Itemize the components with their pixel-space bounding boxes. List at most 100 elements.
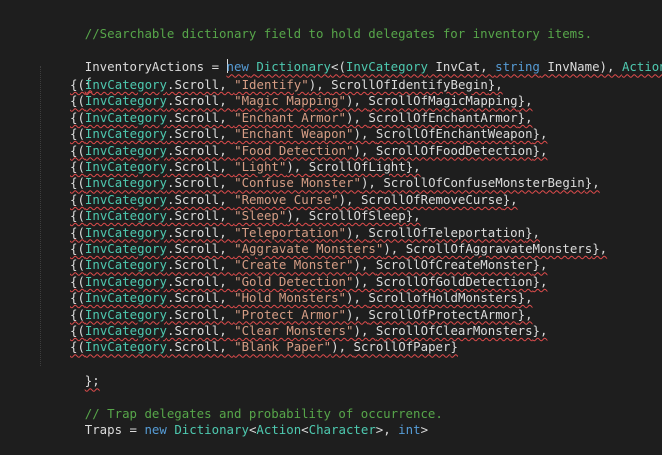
entry-separator: ), xyxy=(346,224,369,240)
member-scroll: .Scroll, xyxy=(166,273,235,289)
entry-separator: ), xyxy=(346,290,369,306)
entry-close: }, xyxy=(405,208,421,224)
handler-name: ScrollOfSleep xyxy=(308,208,406,224)
entry-name-string: "Confuse Monster" xyxy=(234,175,361,191)
entry-close: }, xyxy=(584,175,600,191)
member-scroll: .Scroll, xyxy=(166,290,235,306)
dictionary-entry-line: {(InvCategory.Scroll, "Remove Curse"), S… xyxy=(40,192,662,208)
entry-name-string: "Create Monster" xyxy=(234,257,354,273)
entry-separator: ), xyxy=(353,273,376,289)
entry-separator: ), xyxy=(353,323,376,338)
entry-separator: ), xyxy=(360,175,384,191)
entry-open: {( xyxy=(70,273,85,289)
entry-close: }, xyxy=(517,290,533,306)
entry-name-string: "Light" xyxy=(234,159,287,174)
dictionary-entry-line: {(InvCategory.Scroll, "Blank Paper"), Sc… xyxy=(40,339,662,355)
entry-open: {( xyxy=(70,109,85,125)
generic-close: >, xyxy=(375,422,399,438)
dictionary-entry-line: {(InvCategory.Scroll, "Light"), ScrollOf… xyxy=(40,159,662,175)
entry-name-string: "Magic Mapping" xyxy=(234,93,347,109)
entry-close: }, xyxy=(502,191,518,207)
entry-close: }, xyxy=(517,93,533,109)
entry-close: }, xyxy=(532,273,548,289)
member-scroll: .Scroll, xyxy=(166,257,235,273)
handler-name: ScrollOfPaper xyxy=(353,339,451,355)
type-invcategory: InvCategory xyxy=(84,109,167,125)
entry-open: {( xyxy=(70,126,85,142)
entry-separator: ), xyxy=(346,306,369,322)
handler-name: ScrollOfConfuseMonsterBegin xyxy=(383,175,585,191)
member-scroll: .Scroll, xyxy=(166,241,235,256)
member-scroll: .Scroll, xyxy=(166,142,235,158)
type-invcategory: InvCategory xyxy=(84,241,167,256)
comment-text: //Searchable dictionary field to hold de… xyxy=(84,26,593,42)
entry-separator: ), xyxy=(286,208,309,224)
close-brace: }; xyxy=(84,373,100,389)
keyword-new: new xyxy=(144,422,167,438)
handler-name: ScrollOfIdentifyBegin xyxy=(331,77,488,92)
code-line-traps: Traps = new Dictionary<Action<Character>… xyxy=(40,406,662,437)
keyword-int: int xyxy=(398,422,421,438)
entry-name-string: "Sleep" xyxy=(234,208,287,224)
generic-open: < xyxy=(248,422,257,438)
entry-open: {( xyxy=(70,241,85,256)
member-scroll: .Scroll, xyxy=(166,208,235,224)
entry-open: {( xyxy=(70,191,85,207)
entry-close: }, xyxy=(532,257,548,273)
code-editor[interactable]: //Searchable dictionary field to hold de… xyxy=(0,0,662,437)
handler-name: ScrollOfLight xyxy=(308,159,406,174)
member-scroll: .Scroll, xyxy=(166,339,235,355)
dictionary-entry-line: {(InvCategory.Scroll, "Sleep"), ScrollOf… xyxy=(40,208,662,224)
dictionary-entry-line: {(InvCategory.Scroll, "Confuse Monster")… xyxy=(40,175,662,191)
dictionary-entry-line: {(InvCategory.Scroll, "Create Monster"),… xyxy=(40,257,662,273)
code-line-declaration: InventoryActions = new Dictionary<(InvCa… xyxy=(40,43,662,74)
type-invcategory: InvCategory xyxy=(84,77,167,92)
entry-open: {( xyxy=(70,93,85,109)
entry-close: }, xyxy=(405,159,421,174)
type-invcategory: InvCategory xyxy=(84,323,167,338)
entry-separator: ), xyxy=(308,77,332,92)
handler-name: ScrollOfRemoveCurse xyxy=(360,191,503,207)
type-invcategory: InvCategory xyxy=(84,93,167,109)
dictionary-entry-line: {(InvCategory.Scroll, "Protect Armor"), … xyxy=(40,307,662,323)
member-scroll: .Scroll, xyxy=(166,224,235,240)
member-scroll: .Scroll, xyxy=(166,191,235,207)
code-line-open-brace: { xyxy=(40,59,662,90)
entry-open: {( xyxy=(70,159,85,174)
entry-close: } xyxy=(450,339,458,355)
member-scroll: .Scroll, xyxy=(166,159,235,174)
handler-name: ScrollOfTeleportation xyxy=(368,224,526,240)
entry-close: }, xyxy=(517,109,533,125)
entry-name-string: "Enchant Armor" xyxy=(234,109,347,125)
entry-separator: ), xyxy=(346,109,369,125)
member-scroll: .Scroll, xyxy=(166,93,235,109)
type-invcategory: InvCategory xyxy=(84,175,167,191)
dictionary-entry-line: {(InvCategory.Scroll, "Teleportation"), … xyxy=(40,225,662,241)
assign-operator: = xyxy=(122,422,145,438)
entry-open: {( xyxy=(70,323,85,338)
entry-open: {( xyxy=(70,306,85,322)
entry-name-string: "Identify" xyxy=(234,77,309,92)
entry-close: }, xyxy=(517,306,533,322)
entry-separator: ), xyxy=(353,142,376,158)
entry-name-string: "Hold Monsters" xyxy=(234,290,347,306)
dictionary-entry-line: {(InvCategory.Scroll, "Clear Monsters"),… xyxy=(40,323,662,339)
entry-separator: ), xyxy=(286,159,309,174)
code-line-close-brace: }; xyxy=(40,357,662,388)
handler-name: ScrollOfMagicMapping xyxy=(368,93,518,109)
entry-open: {( xyxy=(70,290,85,306)
type-invcategory: InvCategory xyxy=(84,339,167,355)
entry-separator: ), xyxy=(383,241,406,256)
generic-open: < xyxy=(301,422,309,438)
type-invcategory: InvCategory xyxy=(84,142,167,158)
type-invcategory: InvCategory xyxy=(84,224,167,240)
member-scroll: .Scroll, xyxy=(166,77,235,92)
entry-name-string: "Remove Curse" xyxy=(234,191,339,207)
entry-name-string: "Blank Paper" xyxy=(234,339,332,355)
type-invcategory: InvCategory xyxy=(84,208,167,224)
type-invcategory: InvCategory xyxy=(84,306,167,322)
entry-close: }, xyxy=(532,126,548,142)
entry-open: {( xyxy=(70,339,85,355)
type-invcategory: InvCategory xyxy=(84,126,167,142)
type-dictionary: Dictionary xyxy=(174,422,249,438)
